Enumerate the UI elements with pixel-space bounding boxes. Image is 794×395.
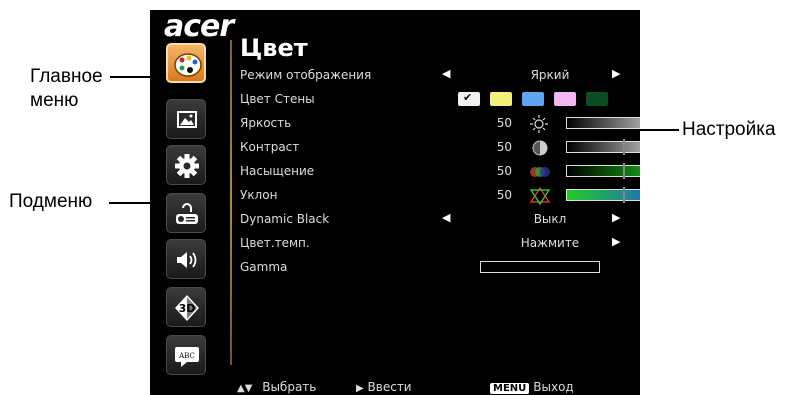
row-label: Цвет.темп. (240, 236, 310, 250)
row-tint[interactable]: Уклон 50 (240, 186, 640, 206)
wall-color-swatch[interactable] (522, 92, 544, 106)
row-brightness[interactable]: Яркость 50 (240, 114, 640, 134)
3d-icon: 3D (175, 295, 199, 321)
gear-icon (175, 154, 199, 178)
left-arrow-icon[interactable]: ◀ (442, 67, 450, 80)
row-label: Dynamic Black (240, 212, 330, 226)
main-menu-item-image[interactable] (166, 99, 206, 139)
main-menu-callout-line1: Главное (30, 66, 103, 87)
color-temp-value: Нажмите (520, 236, 580, 250)
contrast-low-icon (532, 140, 548, 156)
row-label: Уклон (240, 188, 278, 202)
gamma-bar[interactable] (480, 261, 600, 273)
check-icon: ✔ (463, 92, 473, 104)
footer-select-label: Выбрать (262, 380, 317, 394)
saturation-value: 50 (496, 164, 512, 178)
enter-arrow-icon: ▶ (356, 383, 364, 394)
footer-exit: MENU Выход (490, 380, 574, 394)
row-wall-color[interactable]: Цвет Стены ✔ (240, 90, 630, 110)
dynamic-black-value: Выкл (533, 212, 567, 226)
main-menu-callout-line2: меню (30, 90, 79, 111)
row-color-temp[interactable]: Цвет.темп. Нажмите ▶ (240, 234, 630, 254)
right-arrow-icon[interactable]: ▶ (612, 235, 620, 248)
main-menu-item-3d[interactable]: 3D (166, 287, 206, 327)
right-arrow-icon[interactable]: ▶ (612, 211, 620, 224)
acer-logo: acer (164, 10, 234, 44)
osd-menu: acer 3D ABC Цвет Режим отображения ◀ Ярк… (150, 10, 640, 395)
submenu-divider (230, 40, 232, 365)
row-label: Gamma (240, 260, 288, 274)
tint-value: 50 (496, 188, 512, 202)
menu-key-icon: MENU (490, 383, 530, 394)
saturation-slider[interactable] (566, 163, 640, 179)
row-display-mode[interactable]: Режим отображения ◀ Яркий ▶ (240, 66, 630, 86)
speaker-icon (177, 252, 197, 268)
right-arrow-icon[interactable]: ▶ (612, 67, 620, 80)
brightness-value: 50 (496, 116, 512, 130)
row-saturation[interactable]: Насыщение 50 (240, 162, 640, 182)
left-arrow-icon[interactable]: ◀ (442, 211, 450, 224)
tint-slider-marker[interactable] (623, 187, 625, 203)
language-icon-text: ABC (178, 352, 195, 360)
brightness-low-icon (530, 115, 548, 133)
main-menu-item-audio[interactable] (166, 239, 206, 279)
wall-color-swatch[interactable] (554, 92, 576, 106)
saturation-low-icon (530, 167, 550, 177)
main-menu-item-management[interactable] (166, 193, 206, 233)
footer-enter-label: Ввести (367, 380, 412, 394)
wall-color-swatch[interactable]: ✔ (458, 92, 480, 106)
language-icon: ABC (175, 347, 199, 367)
brightness-slider[interactable] (566, 117, 640, 129)
contrast-slider-marker[interactable] (623, 139, 625, 155)
contrast-value: 50 (496, 140, 512, 154)
row-label: Яркость (240, 116, 292, 130)
submenu-callout: Подменю (9, 191, 93, 212)
projector-lock-icon (176, 203, 198, 224)
image-icon (177, 111, 197, 128)
row-gamma[interactable]: Gamma 1 (240, 258, 630, 278)
setting-callout: Настройка (682, 119, 776, 140)
main-menu-item-language[interactable]: ABC (166, 335, 206, 375)
main-menu-callout: Главное меню (30, 65, 103, 113)
saturation-slider-marker[interactable] (623, 163, 625, 179)
footer-select: ▲▼ Выбрать (237, 380, 316, 394)
display-mode-value: Яркий (530, 68, 570, 82)
footer-enter: ▶ Ввести (356, 380, 412, 394)
row-label: Насыщение (240, 164, 315, 178)
row-dynamic-black[interactable]: Dynamic Black ◀ Выкл ▶ (240, 210, 630, 230)
row-label: Режим отображения (240, 68, 372, 82)
up-down-arrows-icon: ▲▼ (237, 383, 253, 394)
palette-icon (174, 53, 202, 77)
main-menu-item-settings[interactable] (166, 145, 206, 185)
wall-color-swatch[interactable] (586, 92, 608, 106)
wall-color-swatch[interactable] (490, 92, 512, 106)
row-label: Цвет Стены (240, 92, 315, 106)
tint-slider[interactable] (566, 187, 640, 203)
submenu-title: Цвет (240, 34, 308, 62)
tint-low-icon (529, 186, 551, 206)
svg-text:3D: 3D (179, 302, 196, 315)
row-contrast[interactable]: Контраст 50 (240, 138, 640, 158)
footer-exit-label: Выход (533, 380, 574, 394)
setting-callout-line (637, 129, 679, 131)
row-label: Контраст (240, 140, 300, 154)
main-menu-item-color[interactable] (166, 43, 206, 83)
contrast-slider[interactable] (566, 139, 640, 155)
